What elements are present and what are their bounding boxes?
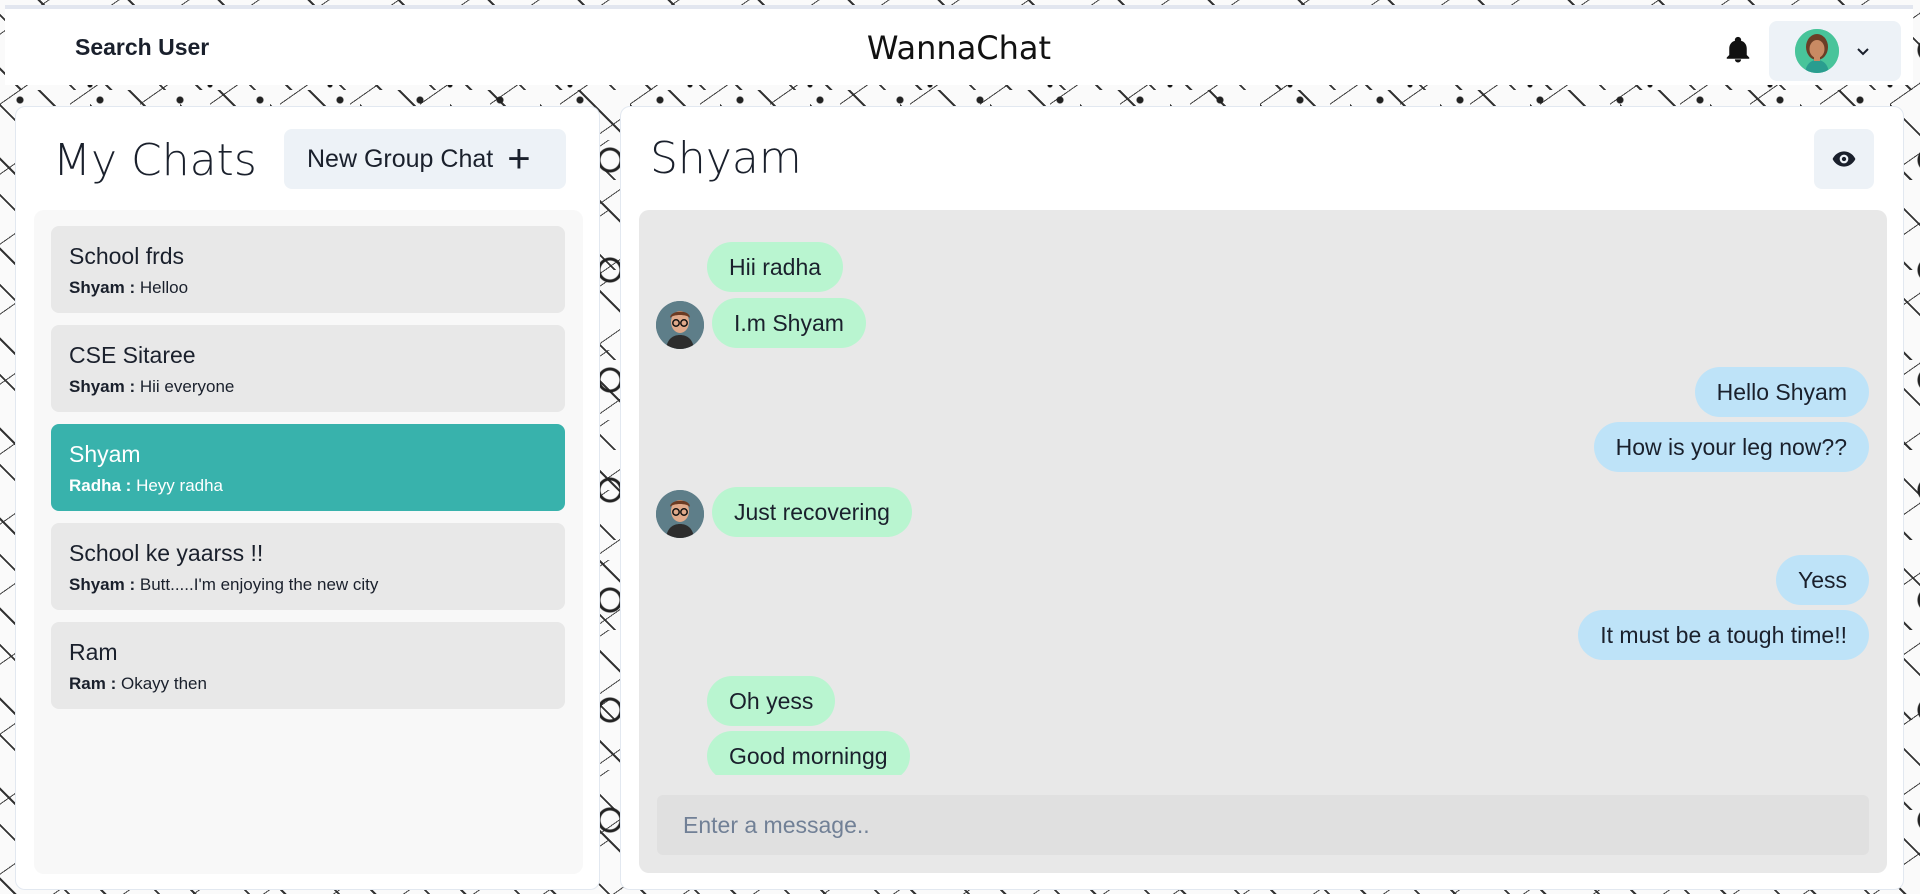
chat-sender: Shyam : bbox=[69, 278, 136, 297]
bell-icon[interactable] bbox=[1723, 34, 1753, 66]
message-row: Oh yess bbox=[639, 676, 1887, 728]
profile-menu-button[interactable] bbox=[1769, 21, 1901, 81]
chat-list-item[interactable]: Ram Ram : Okayy then bbox=[51, 622, 565, 709]
message-row: Just recovering bbox=[639, 487, 1887, 539]
chat-latest-message: Shyam : Helloo bbox=[69, 278, 547, 298]
message-row: Good morningg bbox=[639, 731, 1887, 775]
chat-name: Shyam bbox=[69, 441, 141, 467]
chat-name: Ram bbox=[69, 639, 118, 665]
search-user-button[interactable]: Search User bbox=[55, 27, 229, 67]
chat-name: School frds bbox=[69, 243, 185, 269]
message-input[interactable] bbox=[657, 795, 1869, 855]
message-list[interactable]: Hii radha I.m Shyam Hello Shyam How is y… bbox=[639, 210, 1887, 775]
user-avatar bbox=[1795, 29, 1839, 73]
chat-sender: Ram : bbox=[69, 674, 117, 693]
chat-preview-text: Butt.....I'm enjoying the new city bbox=[139, 575, 379, 594]
chat-title: Shyam bbox=[650, 133, 802, 184]
sender-avatar bbox=[656, 301, 704, 349]
sent-message-bubble: Yess bbox=[1775, 555, 1869, 605]
chat-list-item[interactable]: CSE Sitaree Shyam : Hii everyone bbox=[51, 325, 565, 412]
received-message-bubble: Hii radha bbox=[707, 242, 844, 292]
message-row: How is your leg now?? bbox=[639, 422, 1887, 474]
app-title: WannaChat bbox=[866, 29, 1052, 67]
sender-avatar bbox=[656, 490, 704, 538]
sent-message-bubble: How is your leg now?? bbox=[1593, 422, 1869, 472]
my-chats-title: My Chats bbox=[53, 135, 257, 186]
plus-icon: + bbox=[507, 137, 531, 181]
received-message-bubble: Oh yess bbox=[707, 676, 836, 726]
chat-latest-message: Shyam : Hii everyone bbox=[69, 377, 547, 397]
chat-latest-message: Ram : Okayy then bbox=[69, 674, 547, 694]
chat-sender: Shyam : bbox=[69, 575, 136, 594]
top-header: Search User WannaChat bbox=[5, 5, 1913, 85]
received-message-bubble: Just recovering bbox=[712, 487, 912, 537]
sent-message-bubble: Hello Shyam bbox=[1694, 367, 1869, 417]
chat-sender: Radha : bbox=[69, 476, 132, 495]
chat-preview-text: Okayy then bbox=[120, 674, 207, 693]
message-row: It must be a tough time!! bbox=[639, 610, 1887, 662]
new-group-chat-button[interactable]: New Group Chat + bbox=[284, 129, 566, 189]
chat-preview-text: Heyy radha bbox=[136, 476, 224, 495]
message-row: Hii radha bbox=[639, 242, 1887, 294]
new-group-chat-label: New Group Chat bbox=[307, 144, 494, 173]
chat-latest-message: Shyam : Butt.....I'm enjoying the new ci… bbox=[69, 575, 547, 595]
chat-list: School frds Shyam : Helloo CSE Sitaree S… bbox=[34, 210, 583, 874]
sent-message-bubble: It must be a tough time!! bbox=[1578, 610, 1869, 660]
chat-panel: Shyam Hii radha I.m Shyam Hello Shyam Ho… bbox=[620, 106, 1904, 890]
messages-area: Hii radha I.m Shyam Hello Shyam How is y… bbox=[639, 210, 1887, 873]
chevron-down-icon bbox=[1857, 48, 1869, 56]
chat-list-item-selected[interactable]: Shyam Radha : Heyy radha bbox=[51, 424, 565, 511]
received-message-bubble: Good morningg bbox=[707, 731, 910, 775]
chat-sender: Shyam : bbox=[69, 377, 136, 396]
eye-icon bbox=[1832, 151, 1856, 167]
chat-name: CSE Sitaree bbox=[69, 342, 196, 368]
view-profile-button[interactable] bbox=[1814, 129, 1874, 189]
message-row: Yess bbox=[639, 555, 1887, 607]
chat-name: School ke yaarss !! bbox=[69, 540, 264, 566]
my-chats-panel: My Chats New Group Chat + School frds Sh… bbox=[15, 106, 600, 890]
chat-latest-message: Radha : Heyy radha bbox=[69, 476, 547, 496]
search-user-label: Search User bbox=[75, 33, 210, 60]
chat-preview-text: Hii everyone bbox=[139, 377, 235, 396]
chat-list-item[interactable]: School ke yaarss !! Shyam : Butt.....I'm… bbox=[51, 523, 565, 610]
message-row: Hello Shyam bbox=[639, 367, 1887, 419]
chat-list-item[interactable]: School frds Shyam : Helloo bbox=[51, 226, 565, 313]
received-message-bubble: I.m Shyam bbox=[712, 298, 866, 348]
message-row: I.m Shyam bbox=[639, 298, 1887, 350]
chat-preview-text: Helloo bbox=[139, 278, 189, 297]
